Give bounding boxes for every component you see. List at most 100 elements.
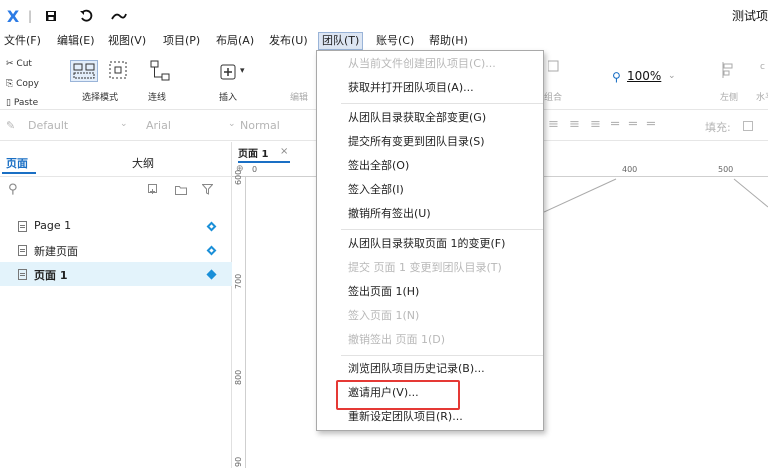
team-status-icon xyxy=(206,221,217,232)
page-row[interactable]: 新建页面 xyxy=(0,238,232,262)
copy-button[interactable]: ⎘ Copy xyxy=(6,76,39,89)
titlebar-divider: | xyxy=(27,9,33,23)
canvas-shape xyxy=(544,178,768,213)
font-select[interactable]: Arial xyxy=(146,119,171,132)
menu-bar: 文件(F) 编辑(E) 视图(V) 项目(P) 布局(A) 发布(U) 团队(T… xyxy=(0,32,768,50)
ruler-label: 90 xyxy=(234,456,243,467)
menu-item-undo-page-checkout: 撤销签出 页面 1(D) xyxy=(348,333,446,346)
style-icon: ✎ xyxy=(6,119,16,132)
undo-icon[interactable] xyxy=(78,8,94,24)
menu-item-commit-page-changes: 提交 页面 1 变更到团队目录(T) xyxy=(348,261,502,274)
page-icon xyxy=(18,221,27,232)
menu-separator xyxy=(341,355,543,356)
invite-users-highlight xyxy=(336,380,460,410)
menu-item-commit-all-changes[interactable]: 提交所有变更到团队目录(S) xyxy=(317,131,543,153)
weight-select[interactable]: Normal xyxy=(240,119,280,132)
redo-icon[interactable] xyxy=(110,8,128,24)
combine-label: 组合 xyxy=(544,93,563,103)
menu-item-undo-all-checkouts[interactable]: 撤销所有签出(U) xyxy=(317,203,543,225)
tab-pages[interactable]: 页面 xyxy=(6,155,28,171)
page-label: 新建页面 xyxy=(34,245,78,258)
team-dropdown-menu: 从当前文件创建团队项目(C)... 获取并打开团队项目(A)... 从团队目录获… xyxy=(316,50,544,431)
select-contained-icon[interactable] xyxy=(108,60,128,80)
menu-item-check-out-page[interactable]: 签出页面 1(H) xyxy=(317,281,543,303)
combine-icon xyxy=(547,60,562,76)
title-bar: X | 测试项 xyxy=(0,0,768,32)
add-folder-icon[interactable] xyxy=(175,185,187,198)
cut-button[interactable]: ✂ Cut xyxy=(6,56,32,69)
font-dropdown-icon[interactable]: ⌄ xyxy=(228,119,236,129)
page-icon xyxy=(18,269,27,280)
paste-icon: ▯ xyxy=(6,98,14,108)
search-icon[interactable]: ⚲ xyxy=(8,182,18,197)
ruler-label: 400 xyxy=(622,165,638,174)
menu-team[interactable]: 团队(T) xyxy=(318,32,364,50)
app-logo-icon: X xyxy=(6,6,20,26)
page-icon xyxy=(18,245,27,256)
team-status-icon xyxy=(206,269,217,280)
text-align-icons[interactable]: ≡ ≡ ≡ ═ ═ ═ xyxy=(548,117,658,132)
vertical-ruler: 600 700 800 90 xyxy=(232,170,246,468)
ruler-label: 700 xyxy=(234,273,243,289)
zoom-level[interactable]: 100% xyxy=(627,69,661,83)
menu-publish[interactable]: 发布(U) xyxy=(269,33,308,49)
align-left-icon[interactable] xyxy=(722,62,734,78)
align-horizontal-icon[interactable]: c xyxy=(760,62,765,72)
tab-pages-underline xyxy=(2,172,36,174)
window-title: 测试项 xyxy=(731,9,768,23)
insert-plus-icon[interactable] xyxy=(220,64,236,80)
menu-item-check-out-all[interactable]: 签出全部(O) xyxy=(317,155,543,177)
menu-help[interactable]: 帮助(H) xyxy=(429,33,468,49)
insert-dropdown-icon[interactable]: ▾ xyxy=(240,66,245,76)
zoom-dropdown-icon[interactable]: ⌄ xyxy=(668,71,676,81)
align-left-label[interactable]: 左侧 xyxy=(720,90,738,103)
menu-account[interactable]: 账号(C) xyxy=(376,33,414,49)
paste-button[interactable]: ▯ Paste xyxy=(6,95,38,108)
connect-label[interactable]: 连线 xyxy=(148,90,166,103)
page-row[interactable]: Page 1 xyxy=(0,214,232,238)
page-label: Page 1 xyxy=(34,219,72,232)
add-page-icon[interactable] xyxy=(148,184,157,194)
style-select[interactable]: Default xyxy=(28,119,68,132)
menu-project[interactable]: 项目(P) xyxy=(163,33,200,49)
canvas-tab-label: 页面 1 xyxy=(238,149,269,160)
menu-item-check-in-page: 签入页面 1(N) xyxy=(348,309,420,322)
menu-item-get-open-team-project[interactable]: 获取并打开团队项目(A)... xyxy=(317,77,543,99)
canvas-tab[interactable]: 页面 1 × xyxy=(238,145,294,162)
ruler-label: 800 xyxy=(234,369,243,385)
menu-item-get-page-changes[interactable]: 从团队目录获取页面 1的变更(F) xyxy=(317,233,543,255)
select-mode-label[interactable]: 选择模式 xyxy=(82,90,118,103)
page-row-selected[interactable]: 页面 1 xyxy=(0,262,232,286)
tab-outline[interactable]: 大纲 xyxy=(132,155,154,171)
ruler-label: 500 xyxy=(718,165,734,174)
scissors-icon: ✂ xyxy=(6,59,17,69)
save-icon[interactable] xyxy=(44,8,58,24)
insert-label[interactable]: 插入 xyxy=(219,90,237,103)
connector-icon[interactable] xyxy=(150,60,170,82)
ruler-label: 600 xyxy=(234,169,243,185)
app-window: X | 测试项 文件(F) 编辑(E) 视图(V) 项目(P) 布局(A) 发布… xyxy=(0,0,768,468)
zoom-search-icon: ⚲ xyxy=(612,70,621,84)
fill-label: 填充: xyxy=(705,121,731,134)
edit-label: 编辑 xyxy=(290,93,309,103)
menu-separator xyxy=(341,229,543,230)
menu-view[interactable]: 视图(V) xyxy=(108,33,146,49)
menu-edit[interactable]: 编辑(E) xyxy=(57,33,95,49)
align-horizontal-label[interactable]: 水平 xyxy=(756,90,768,103)
menu-item-check-in-all[interactable]: 签入全部(I) xyxy=(317,179,543,201)
menu-item-browse-history[interactable]: 浏览团队项目历史记录(B)... xyxy=(317,358,543,380)
close-icon[interactable]: × xyxy=(280,146,288,157)
left-panel xyxy=(0,142,232,468)
select-mode-icon[interactable] xyxy=(70,60,98,82)
menu-separator xyxy=(341,103,543,104)
menu-item-get-all-changes[interactable]: 从团队目录获取全部变更(G) xyxy=(317,107,543,129)
menu-item-create-team-project: 从当前文件创建团队项目(C)... xyxy=(348,57,496,70)
ruler-label: 0 xyxy=(252,165,258,174)
filter-icon[interactable] xyxy=(201,184,214,198)
copy-icon: ⎘ xyxy=(6,79,17,89)
page-label: 页面 1 xyxy=(34,269,68,282)
menu-file[interactable]: 文件(F) xyxy=(4,33,41,49)
menu-layout[interactable]: 布局(A) xyxy=(216,33,254,49)
style-dropdown-icon[interactable]: ⌄ xyxy=(120,119,128,129)
fill-color-swatch[interactable] xyxy=(743,121,753,131)
